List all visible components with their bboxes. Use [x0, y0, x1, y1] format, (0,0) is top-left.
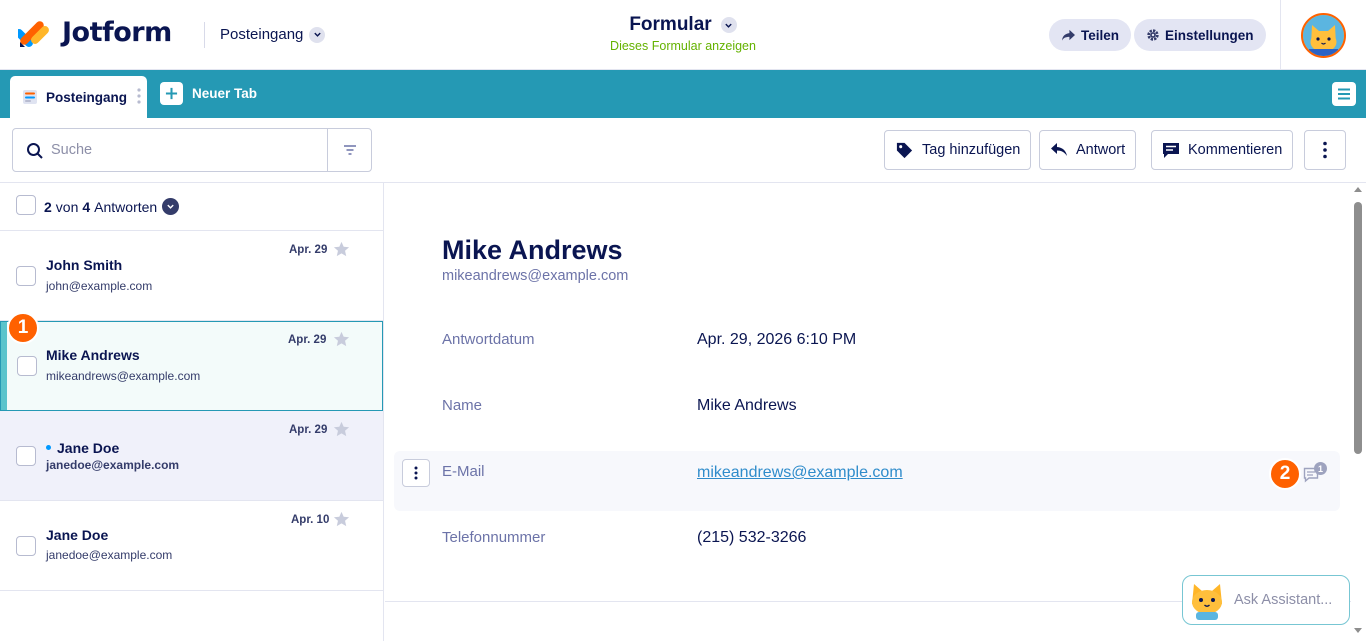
assistant-cat-icon — [1192, 584, 1222, 620]
tab-options-icon[interactable] — [137, 87, 141, 108]
kebab-icon — [414, 466, 418, 480]
ask-assistant-button[interactable]: Ask Assistant... — [1182, 575, 1350, 625]
submitter-email: janedoe@example.com — [46, 458, 180, 472]
new-tab-label: Neuer Tab — [192, 86, 258, 101]
row-checkbox[interactable] — [16, 266, 36, 286]
scroll-down-arrow-icon[interactable] — [1354, 628, 1362, 634]
filter-icon — [344, 145, 356, 155]
plus-icon — [160, 82, 183, 105]
share-arrow-icon — [1062, 29, 1075, 41]
gear-icon — [1147, 29, 1159, 41]
submitter-email: john@example.com — [46, 279, 153, 293]
response-count[interactable]: 2 von 4 Antworten — [44, 198, 180, 215]
select-all-checkbox[interactable] — [16, 195, 36, 215]
add-tag-button[interactable]: Tag hinzufügen — [884, 130, 1032, 170]
tab-posteingang[interactable]: Posteingang — [10, 76, 147, 118]
submitter-email: janedoe@example.com — [46, 548, 173, 562]
list-item[interactable]: Jane Doe janedoe@example.com Apr. 10 — [0, 501, 383, 591]
row-checkbox[interactable] — [16, 536, 36, 556]
chevron-down-icon — [720, 17, 737, 33]
new-tab-button[interactable]: Neuer Tab — [160, 82, 257, 105]
star-icon[interactable] — [333, 331, 350, 347]
scrollbar-thumb[interactable] — [1354, 202, 1362, 454]
comment-button[interactable]: Kommentieren — [1151, 130, 1294, 170]
count-total: 4 — [82, 198, 91, 215]
field-label-phone: Telefonnummer — [442, 529, 546, 546]
submitter-name: Jane Doe — [46, 527, 109, 543]
avatar-divider — [1280, 0, 1281, 70]
field-label-date: Antwortdatum — [442, 331, 535, 348]
hamburger-icon — [1338, 88, 1350, 100]
selection-indicator — [1, 322, 7, 410]
filter-button[interactable] — [327, 129, 372, 171]
unread-dot-icon — [46, 445, 51, 450]
kebab-icon — [1323, 141, 1327, 159]
submitter-name: Mike Andrews — [46, 347, 140, 363]
field-value-date: Apr. 29, 2026 6:10 PM — [697, 331, 857, 348]
tab-bar: Posteingang Neuer Tab — [0, 70, 1366, 118]
count-of: von — [55, 198, 79, 215]
search-input[interactable] — [51, 139, 321, 161]
detail-email: mikeandrews@example.com — [442, 268, 629, 284]
form-title[interactable]: Formular — [629, 14, 737, 36]
list-item-unread[interactable]: Jane Doe janedoe@example.com Apr. 29 — [0, 411, 383, 501]
submission-date: Apr. 29 — [289, 244, 328, 256]
submitter-email: mikeandrews@example.com — [46, 369, 201, 383]
field-value-email-link[interactable]: mikeandrews@example.com — [697, 464, 903, 482]
submission-date: Apr. 29 — [288, 334, 327, 346]
reply-label: Antwort — [1076, 142, 1126, 158]
count-selected: 2 — [44, 198, 52, 215]
star-icon[interactable] — [333, 511, 350, 527]
chevron-down-icon — [162, 198, 180, 215]
field-value-name: Mike Andrews — [697, 397, 797, 414]
hamburger-menu-button[interactable] — [1332, 82, 1356, 106]
count-suffix: Antworten — [94, 198, 158, 215]
user-avatar[interactable] — [1301, 13, 1346, 58]
toolbar: Tag hinzufügen Antwort Kommentieren — [0, 118, 1366, 183]
comment-label: Kommentieren — [1188, 142, 1283, 158]
top-header: Jotform Posteingang Formular Dieses Form… — [0, 0, 1366, 70]
inbox-icon — [23, 90, 37, 104]
step-badge-1: 1 — [7, 312, 39, 344]
reply-button[interactable]: Antwort — [1039, 130, 1137, 170]
list-header: 2 von 4 Antworten — [0, 183, 383, 231]
cat-avatar-icon — [1303, 15, 1344, 56]
search-box — [12, 128, 372, 172]
row-checkbox[interactable] — [16, 446, 36, 466]
field-label-name: Name — [442, 397, 483, 414]
ask-assistant-label: Ask Assistant... — [1234, 592, 1333, 608]
star-icon[interactable] — [333, 421, 350, 437]
scroll-up-arrow-icon[interactable] — [1354, 186, 1362, 192]
field-options-button[interactable] — [402, 459, 430, 487]
submitter-name: Jane Doe — [57, 440, 120, 456]
star-icon[interactable] — [333, 241, 350, 257]
list-item-selected[interactable]: Mike Andrews mikeandrews@example.com Apr… — [0, 321, 383, 411]
add-tag-label: Tag hinzufügen — [922, 142, 1021, 158]
comment-icon — [1163, 142, 1179, 158]
submitter-name: John Smith — [46, 257, 123, 273]
submission-date: Apr. 10 — [291, 514, 330, 526]
share-button-label: Teilen — [1081, 27, 1120, 43]
list-item[interactable]: John Smith john@example.com Apr. 29 — [0, 231, 383, 321]
form-title-text: Formular — [629, 14, 712, 35]
submission-date: Apr. 29 — [289, 424, 328, 436]
step-badge-2: 2 — [1269, 458, 1301, 490]
settings-button-label: Einstellungen — [1165, 27, 1254, 43]
settings-button[interactable]: Einstellungen — [1134, 19, 1266, 51]
share-button[interactable]: Teilen — [1049, 19, 1132, 51]
submission-list: 2 von 4 Antworten John Smith john@exampl… — [0, 183, 384, 641]
tab-label: Posteingang — [46, 89, 128, 105]
comment-count-badge: 1 — [1314, 462, 1327, 475]
reply-icon — [1051, 143, 1067, 156]
search-icon — [27, 143, 43, 159]
tag-icon — [896, 142, 913, 158]
detail-name: Mike Andrews — [442, 235, 623, 265]
more-options-button[interactable] — [1304, 130, 1346, 170]
submission-detail: Mike Andrews mikeandrews@example.com Ant… — [385, 183, 1351, 641]
field-label-email: E-Mail — [442, 463, 485, 480]
row-checkbox[interactable] — [17, 356, 37, 376]
field-value-phone: (215) 532-3266 — [697, 529, 807, 546]
